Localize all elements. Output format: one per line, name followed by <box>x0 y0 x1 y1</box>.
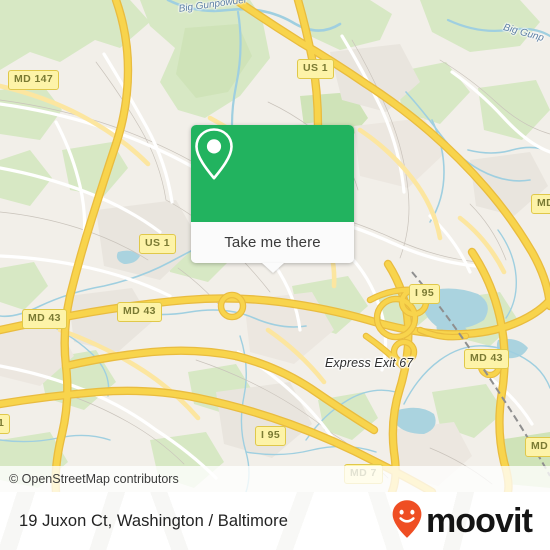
map-attribution-bar: © OpenStreetMap contributors <box>0 466 550 492</box>
road-shield: 1 <box>0 414 11 434</box>
map-canvas[interactable]: .land { fill:#f2efe9; } .green { fill:#d… <box>0 0 550 492</box>
road-shield: MD 43 <box>22 309 67 329</box>
road-shield: I 95 <box>255 426 287 446</box>
moovit-wordmark: moovit <box>425 502 533 540</box>
take-me-there-button[interactable]: Take me there <box>191 222 354 263</box>
road-shield: US 1 <box>139 234 176 254</box>
take-me-there-label: Take me there <box>224 234 321 251</box>
map-label-express-exit: Express Exit 67 <box>325 356 414 370</box>
moovit-map-screenshot: .land { fill:#f2efe9; } .green { fill:#d… <box>0 0 550 550</box>
road-shield: MD 147 <box>8 70 60 90</box>
popup-tail <box>261 263 284 273</box>
road-shield: MD <box>531 194 550 214</box>
destination-popup[interactable]: Take me there <box>191 125 354 273</box>
road-shield: MD 43 <box>464 349 509 369</box>
moovit-pin-smiley-icon <box>391 499 423 544</box>
road-shield: US 1 <box>297 59 334 79</box>
footer-bar: 19 Juxon Ct, Washington / Baltimore moov… <box>0 492 550 550</box>
road-shield: I 95 <box>409 284 441 304</box>
popup-header <box>191 125 354 222</box>
road-shield: MD 4 <box>525 437 550 457</box>
osm-attribution-text[interactable]: © OpenStreetMap contributors <box>0 472 179 486</box>
address-label: 19 Juxon Ct, Washington / Baltimore <box>19 511 288 530</box>
moovit-logo[interactable]: moovit <box>391 499 533 544</box>
road-shield: MD 43 <box>117 302 162 322</box>
